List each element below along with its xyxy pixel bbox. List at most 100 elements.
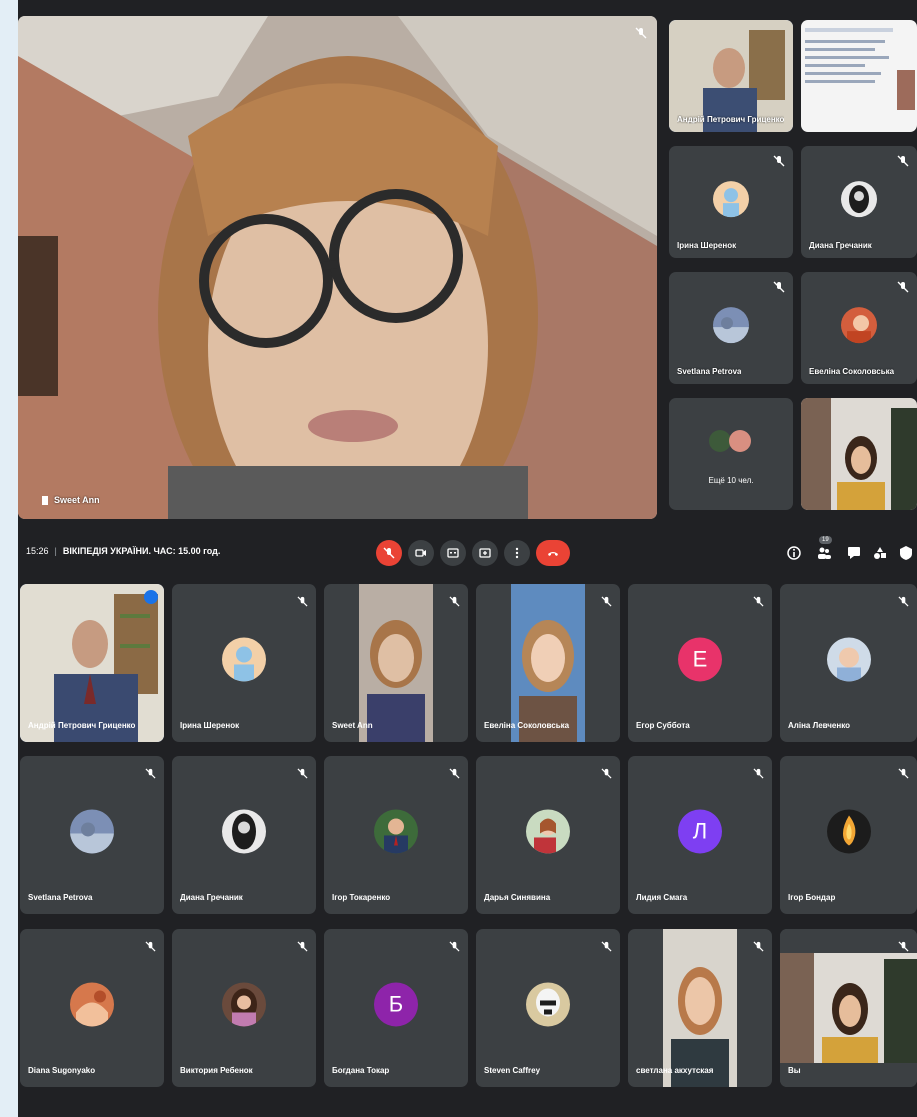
end-call-button[interactable]: [536, 540, 570, 566]
avatar: [709, 430, 731, 452]
mic-muted-icon: [635, 26, 647, 39]
avatar-letter: E: [678, 637, 722, 682]
participant-name: Svetlana Petrova: [28, 893, 93, 902]
mic-off-icon: [383, 547, 395, 559]
grid-participant-tile[interactable]: Б Богдана Токар: [324, 929, 468, 1087]
grid-participant-tile[interactable]: Svetlana Petrova: [20, 756, 164, 914]
grid-participant-tile[interactable]: Ігор Токаренко: [324, 756, 468, 914]
mic-muted-icon: [601, 594, 612, 612]
activities-button[interactable]: [870, 543, 890, 563]
meeting-details-button[interactable]: [784, 543, 804, 563]
participant-video: [20, 584, 164, 742]
chat-button[interactable]: [844, 543, 864, 563]
participant-name: Аліна Левченко: [788, 721, 850, 730]
participant-video: [663, 929, 737, 1087]
mic-muted-icon: [897, 154, 909, 167]
captions-button[interactable]: [440, 540, 466, 566]
grid-participant-tile[interactable]: E Егор Суббота: [628, 584, 772, 742]
main-speaker-video[interactable]: Sweet Ann: [18, 16, 657, 519]
present-screen-button[interactable]: [472, 540, 498, 566]
avatar: [841, 181, 877, 218]
participant-name: Ірина Шеренок: [180, 721, 240, 730]
sidebar-tile[interactable]: Диана Гречаник: [801, 146, 917, 258]
avatar-letter: Б: [374, 982, 418, 1027]
avatar: [826, 809, 871, 854]
main-speaker-name: Sweet Ann: [42, 495, 100, 505]
participant-name: Егор Суббота: [636, 721, 690, 730]
grid-participant-tile[interactable]: Steven Caffrey: [476, 929, 620, 1087]
grid-participant-tile[interactable]: Ігор Бондар: [780, 756, 917, 914]
participant-name: Виктория Ребенок: [180, 1066, 253, 1075]
mic-muted-icon: [753, 939, 764, 957]
grid-participant-tile[interactable]: Ірина Шеренок: [172, 584, 316, 742]
grid-participant-tile[interactable]: Диана Гречаник: [172, 756, 316, 914]
sidebar-tile[interactable]: Ірина Шеренок: [669, 146, 793, 258]
chat-icon: [848, 547, 860, 559]
participant-name: Sweet Ann: [332, 721, 373, 730]
avatar: [374, 809, 418, 854]
meeting-info: 15:26 | ВІКІПЕДІЯ УКРАЇНИ. ЧАС: 15.00 год.: [26, 546, 220, 556]
main-video-frame: [18, 16, 657, 519]
grid-participant-tile[interactable]: Дарья Синявина: [476, 756, 620, 914]
sidebar-tile[interactable]: Svetlana Petrova: [669, 272, 793, 384]
shapes-icon: [874, 547, 886, 559]
mic-muted-icon: [297, 594, 308, 612]
people-icon: [818, 547, 831, 559]
participant-name: Евеліна Соколовська: [809, 367, 895, 376]
stacked-avatars: [709, 430, 755, 454]
people-button[interactable]: 19: [814, 536, 834, 563]
participant-name: Diana Sugonyako: [28, 1066, 96, 1075]
meeting-time: 15:26: [26, 546, 49, 556]
mic-muted-icon: [898, 594, 909, 612]
meet-window: Sweet Ann Андрій Петрович Гриценко Ірина…: [18, 0, 917, 1117]
sidebar-tile[interactable]: Андрій Петрович Гриценко: [669, 20, 793, 132]
grid-participant-tile[interactable]: Л Лидия Смага: [628, 756, 772, 914]
more-options-button[interactable]: [504, 540, 530, 566]
avatar: [222, 637, 266, 682]
grid-participant-tile[interactable]: Вы: [780, 929, 917, 1087]
phone-hangup-icon: [548, 552, 558, 556]
participant-name: Svetlana Petrova: [677, 367, 742, 376]
pin-icon: [42, 496, 48, 505]
camera-icon: [415, 549, 426, 557]
mic-muted-icon: [449, 939, 460, 957]
avatar: [526, 982, 570, 1027]
avatar: [826, 637, 871, 682]
mic-muted-icon: [898, 939, 909, 957]
participant-video: [511, 584, 585, 742]
grid-participant-tile[interactable]: Андрій Петрович Гриценко: [20, 584, 164, 742]
avatar: [222, 809, 266, 854]
grid-participant-tile[interactable]: Sweet Ann: [324, 584, 468, 742]
participant-name: Ігор Токаренко: [332, 893, 391, 902]
grid-participant-tile[interactable]: Евеліна Соколовська: [476, 584, 620, 742]
more-participants-tile[interactable]: Ещё 10 чел.: [669, 398, 793, 510]
grid-participant-tile[interactable]: светлана акхутская: [628, 929, 772, 1087]
present-icon: [479, 548, 491, 558]
mic-muted-icon: [773, 154, 785, 167]
mic-muted-icon: [601, 766, 612, 784]
grid-participant-tile[interactable]: Diana Sugonyako: [20, 929, 164, 1087]
sidebar-tile[interactable]: Евеліна Соколовська: [801, 272, 917, 384]
camera-toggle-button[interactable]: [408, 540, 434, 566]
grid-participant-tile[interactable]: Виктория Ребенок: [172, 929, 316, 1087]
avatar: [729, 430, 751, 452]
mic-muted-icon: [753, 594, 764, 612]
sidebar-tile[interactable]: [801, 20, 917, 132]
mic-muted-icon: [297, 939, 308, 957]
avatar: [70, 982, 114, 1027]
mic-toggle-button[interactable]: [376, 540, 402, 566]
avatar: [526, 809, 570, 854]
participant-name: Вы: [788, 1066, 801, 1075]
grid-participant-tile[interactable]: Аліна Левченко: [780, 584, 917, 742]
meeting-title: ВІКІПЕДІЯ УКРАЇНИ. ЧАС: 15.00 год.: [62, 546, 221, 556]
participant-name: Steven Caffrey: [484, 1066, 541, 1075]
meeting-control-bar: 15:26 | ВІКІПЕДІЯ УКРАЇНИ. ЧАС: 15.00 год.…: [18, 526, 917, 580]
participant-name: Андрій Петрович Гриценко: [28, 721, 136, 730]
avatar: [713, 181, 749, 218]
participant-name: Дарья Синявина: [484, 893, 551, 902]
host-controls-button[interactable]: [896, 543, 916, 563]
screen-share-frame: [801, 20, 917, 132]
mic-muted-icon: [449, 594, 460, 612]
sidebar-tile[interactable]: [801, 398, 917, 510]
participant-video: [359, 584, 433, 742]
